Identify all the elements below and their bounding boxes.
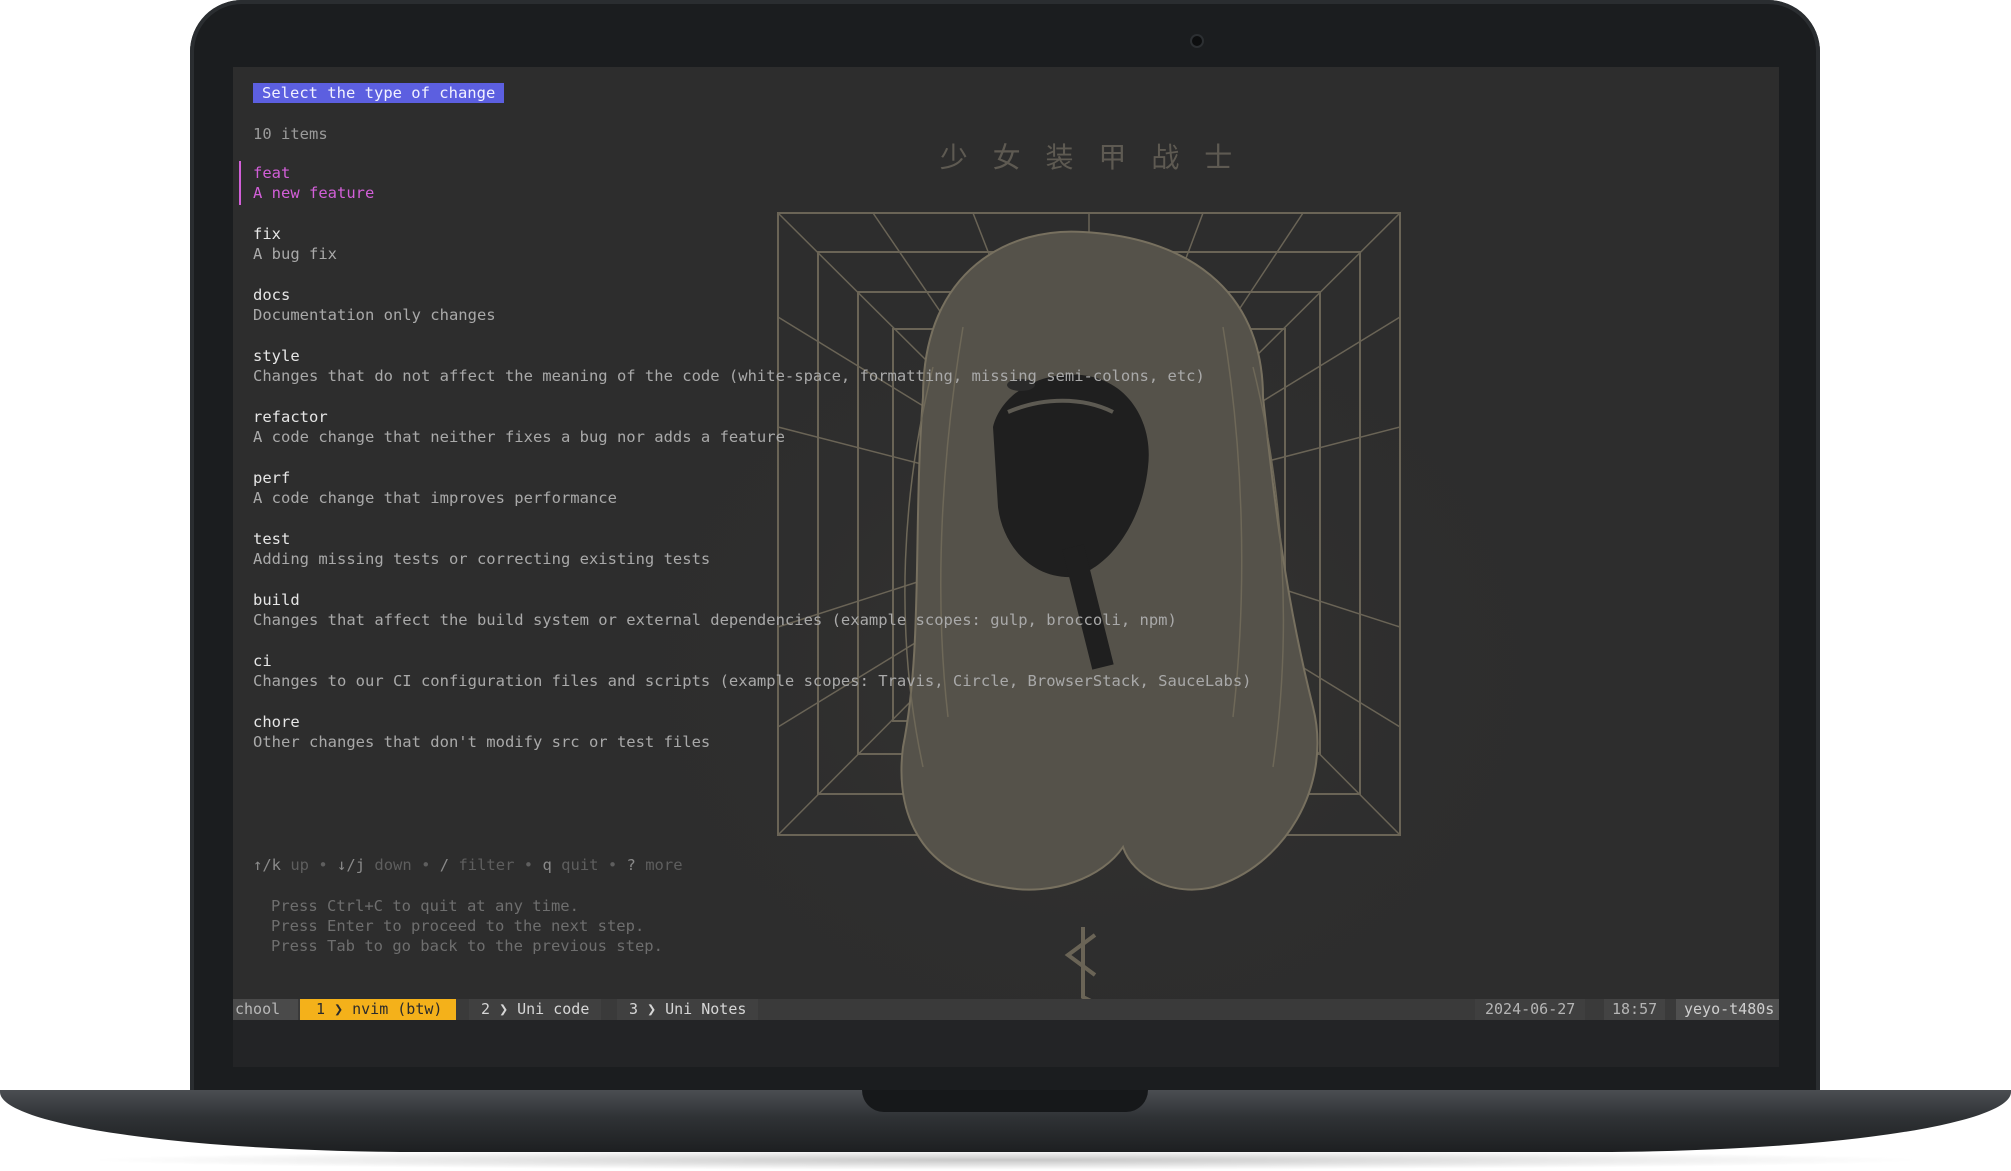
item-name: refactor: [253, 408, 328, 426]
window-tab-3[interactable]: 3 ❯ Uni Notes: [617, 999, 759, 1020]
window-index: 2: [481, 1000, 491, 1018]
help-more-key: ?: [626, 856, 636, 874]
window-tab-2[interactable]: 2 ❯ Uni code: [469, 999, 602, 1020]
item-name: feat: [253, 164, 291, 182]
hint-line: Press Enter to proceed to the next step.: [271, 917, 645, 935]
chevron-right-icon: ❯: [499, 1000, 509, 1018]
list-item-perf[interactable]: perf A code change that improves perform…: [253, 468, 1252, 509]
window-index: 1: [316, 1000, 326, 1018]
screen-bottom-area: [233, 1020, 1779, 1067]
status-time: 18:57: [1604, 999, 1666, 1020]
usage-hints: Press Ctrl+C to quit at any time. Press E…: [271, 896, 663, 956]
item-name: test: [253, 530, 291, 548]
window-name: Uni Notes: [665, 1000, 747, 1018]
help-filter-label: filter: [458, 856, 515, 874]
item-description: A code change that neither fixes a bug n…: [253, 428, 785, 446]
window-name: nvim (btw): [352, 1000, 443, 1018]
item-description: Changes that do not affect the meaning o…: [253, 367, 1205, 385]
item-name: perf: [253, 469, 291, 487]
list-item-feat[interactable]: feat A new feature: [239, 161, 1252, 205]
item-description: A new feature: [253, 184, 375, 202]
tmux-status-bar: chool 1 ❯ nvim (btw) 2 ❯ Uni code 3 ❯ Un…: [233, 999, 1779, 1020]
list-item-test[interactable]: test Adding missing tests or correcting …: [253, 529, 1252, 570]
hint-line: Press Tab to go back to the previous ste…: [271, 937, 663, 955]
help-separator: •: [523, 856, 534, 874]
help-separator: •: [318, 856, 328, 874]
list-item-chore[interactable]: chore Other changes that don't modify sr…: [253, 712, 1252, 753]
item-name: fix: [253, 225, 281, 243]
item-count: 10 items: [253, 125, 328, 143]
change-type-list: feat A new feature fix A bug fix docs Do…: [239, 161, 1252, 773]
item-description: Documentation only changes: [253, 306, 496, 324]
item-name: docs: [253, 286, 291, 304]
list-item-build[interactable]: build Changes that affect the build syst…: [253, 590, 1252, 631]
help-up-label: up: [290, 856, 310, 874]
list-item-docs[interactable]: docs Documentation only changes: [253, 285, 1252, 326]
item-name: chore: [253, 713, 300, 731]
help-more-label: more: [645, 856, 683, 874]
help-quit-label: quit: [561, 856, 599, 874]
item-name: build: [253, 591, 300, 609]
window-index: 3: [629, 1000, 639, 1018]
help-up-key: ↑/k: [253, 856, 281, 874]
item-description: Changes to our CI configuration files an…: [253, 672, 1252, 690]
list-item-ci[interactable]: ci Changes to our CI configuration files…: [253, 651, 1252, 692]
camera-dot: [1190, 34, 1204, 48]
window-tab-1[interactable]: 1 ❯ nvim (btw): [300, 999, 457, 1020]
status-hostname: yeyo-t480s: [1676, 999, 1779, 1020]
list-item-fix[interactable]: fix A bug fix: [253, 224, 1252, 265]
laptop-shadow: [80, 1150, 1930, 1170]
help-down-key: ↓/j: [337, 856, 366, 874]
hint-line: Press Ctrl+C to quit at any time.: [271, 897, 579, 915]
help-quit-key: q: [542, 856, 552, 874]
item-description: A bug fix: [253, 245, 337, 263]
status-date: 2024-06-27: [1475, 999, 1586, 1020]
item-description: A code change that improves performance: [253, 489, 617, 507]
window-name: Uni code: [517, 1000, 590, 1018]
list-item-style[interactable]: style Changes that do not affect the mea…: [253, 346, 1252, 387]
chevron-right-icon: ❯: [647, 1000, 657, 1018]
list-item-refactor[interactable]: refactor A code change that neither fixe…: [253, 407, 1252, 448]
item-name: style: [253, 347, 300, 365]
item-name: ci: [253, 652, 272, 670]
keybinding-help: ↑/k up • ↓/j down • / filter • q quit • …: [253, 856, 683, 874]
prompt-title-badge: Select the type of change: [253, 83, 505, 103]
terminal-screen: 少 女 装 甲 战 士 Select the type of change 10…: [233, 67, 1779, 1067]
item-description: Other changes that don't modify src or t…: [253, 733, 711, 751]
help-separator: •: [607, 856, 618, 874]
help-down-label: down: [374, 856, 412, 874]
session-name[interactable]: chool: [233, 999, 298, 1020]
help-separator: •: [421, 856, 431, 874]
item-description: Adding missing tests or correcting exist…: [253, 550, 711, 568]
laptop-notch: [862, 1090, 1148, 1112]
help-filter-key: /: [439, 856, 450, 874]
item-description: Changes that affect the build system or …: [253, 611, 1177, 629]
chevron-right-icon: ❯: [334, 1000, 344, 1018]
